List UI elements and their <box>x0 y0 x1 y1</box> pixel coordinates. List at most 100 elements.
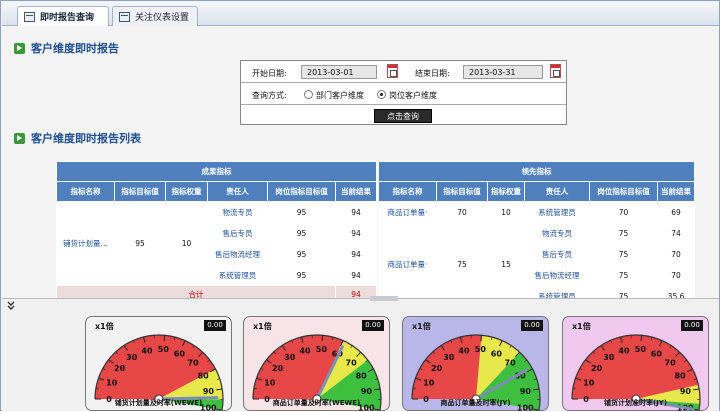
gauge-tick-label: 30 <box>126 353 138 362</box>
gauge-card[interactable]: 0102030405060708090100 x1倍 0.00 铺货计划准时率(… <box>562 316 709 411</box>
table-row: 商品订单量· 70 10 系统管理员 70 69 <box>379 202 695 223</box>
gauge-tick-label: 30 <box>284 353 296 362</box>
indicator-weight: 15 <box>488 223 525 307</box>
radio-label: 部门客户维度 <box>316 90 364 101</box>
gauge-tick-label: 10 <box>583 379 595 388</box>
gauge-tick-label: 10 <box>423 379 435 388</box>
gauge-title: 商品订单量及时率(JY) <box>403 398 548 408</box>
current-result: 94 <box>336 265 377 286</box>
indicator-name-link[interactable]: 铺货计划量… <box>57 202 115 286</box>
gauge-tick-label: 30 <box>603 353 615 362</box>
gauge-tick-label: 20 <box>591 364 603 373</box>
end-date-input[interactable]: 2013-03-31 <box>463 65 543 79</box>
tab-label: 关注仪表设置 <box>135 10 189 23</box>
gauge-tick-label: 90 <box>520 387 532 396</box>
person-link[interactable]: 系统管理员 <box>525 202 590 223</box>
current-result: 70 <box>658 265 695 286</box>
column-header: 指标目标值 <box>437 182 488 202</box>
group-header: 领先指标 <box>379 162 695 182</box>
gauge-title: 铺货计划准时率(JY) <box>563 398 708 408</box>
radio-dept-dimension[interactable] <box>304 90 313 99</box>
double-chevron-down-icon[interactable] <box>6 301 18 311</box>
person-link[interactable]: 物流专员 <box>525 223 590 244</box>
column-header: 责任人 <box>208 182 268 202</box>
gauge-readout: 0.00 <box>362 320 384 331</box>
column-header: 指标目标值 <box>115 182 166 202</box>
start-date-label: 开始日期: <box>252 68 287 79</box>
tab-instant-report[interactable]: 即时报告查询 <box>17 6 109 26</box>
current-result: 70 <box>658 244 695 265</box>
person-link[interactable]: 售后专员 <box>525 244 590 265</box>
person-link[interactable]: 售后专员 <box>208 223 268 244</box>
column-header: 责任人 <box>525 182 590 202</box>
column-header: 指标名称 <box>57 182 115 202</box>
gauge-readout: 0.00 <box>521 320 543 331</box>
person-link[interactable]: 系统管理员 <box>208 265 268 286</box>
tab-label: 即时报告查询 <box>40 10 94 23</box>
gauge-multiplier: x1倍 <box>572 321 591 332</box>
current-result: 94 <box>336 202 377 223</box>
gauge-readout: 0.00 <box>681 320 703 331</box>
end-date-label: 结束日期: <box>415 68 450 79</box>
calendar-icon[interactable] <box>550 64 561 78</box>
gauge-tick-label: 50 <box>635 345 647 354</box>
results-table-right: 领先指标 指标名称 指标目标值 指标权重 责任人 岗位指标目标值 当前结果 商品… <box>378 161 695 307</box>
column-header: 指标权重 <box>488 182 525 202</box>
arrow-right-icon <box>14 43 25 54</box>
start-date-input[interactable]: 2013-03-01 <box>301 65 377 79</box>
gauge-tick-label: 80 <box>198 372 210 381</box>
calendar-icon[interactable] <box>387 64 398 78</box>
column-header: 岗位指标目标值 <box>590 182 658 202</box>
gauge-tick-label: 10 <box>106 379 118 388</box>
post-target: 95 <box>268 202 336 223</box>
query-panel: 开始日期: 2013-03-01 结束日期: 2013-03-31 查询方式: … <box>240 60 567 125</box>
section-title-text: 客户维度即时报告列表 <box>31 130 141 146</box>
gauge-tick-label: 70 <box>346 358 358 367</box>
indicator-target: 95 <box>115 202 166 286</box>
post-target: 75 <box>590 244 658 265</box>
gauge-tick-label: 40 <box>458 346 470 355</box>
person-link[interactable]: 物流专员 <box>208 202 268 223</box>
gauge-tick-label: 60 <box>651 349 663 358</box>
radio-post-dimension[interactable] <box>377 90 386 99</box>
gauge-tick-label: 90 <box>361 387 373 396</box>
current-result: 94 <box>336 244 377 265</box>
column-header: 指标名称 <box>379 182 437 202</box>
gauge-card[interactable]: 0102030405060708090100 x1倍 0.00 铺货计划量及时率… <box>85 316 232 411</box>
arrow-right-icon <box>14 133 25 144</box>
gauge-tick-label: 90 <box>203 387 215 396</box>
person-link[interactable]: 售后物流经理 <box>208 244 268 265</box>
gauge-card[interactable]: 0102030405060708090100 x1倍 0.00 商品订单量及时率… <box>243 316 390 411</box>
gauge-multiplier: x1倍 <box>412 321 431 332</box>
indicator-target: 70 <box>437 202 488 223</box>
post-target: 75 <box>590 265 658 286</box>
gauge-tick <box>164 335 165 341</box>
post-target: 95 <box>268 223 336 244</box>
gauge-tick-label: 20 <box>431 364 443 373</box>
gauge-tick-label: 50 <box>316 345 328 354</box>
panel-splitter-handle[interactable] <box>370 296 398 301</box>
gauge-tick-label: 30 <box>443 353 455 362</box>
indicator-name-link[interactable]: 商品订单量· <box>379 223 437 307</box>
indicator-name-link[interactable]: 商品订单量· <box>379 202 437 223</box>
gauge-tick-label: 90 <box>680 387 692 396</box>
gauge-tick-label: 60 <box>491 349 503 358</box>
gauge-tick-label: 40 <box>618 346 630 355</box>
column-header: 指标权重 <box>166 182 208 202</box>
table-row: 商品订单量· 75 15 物流专员 75 74 <box>379 223 695 244</box>
radio-label: 岗位客户维度 <box>389 90 437 101</box>
post-target: 95 <box>268 244 336 265</box>
post-target: 95 <box>268 265 336 286</box>
gauge-title: 商品订单量及时率(WEWE) <box>244 398 389 408</box>
query-submit-button[interactable]: 点击查询 <box>374 109 432 123</box>
person-link[interactable]: 售后物流经理 <box>525 265 590 286</box>
gauge-tick-label: 50 <box>158 345 170 354</box>
post-target: 70 <box>590 202 658 223</box>
tab-gauge-settings[interactable]: 关注仪表设置 <box>112 6 198 26</box>
indicator-weight: 10 <box>166 202 208 286</box>
gauge-panel: 0102030405060708090100 x1倍 0.00 铺货计划量及时率… <box>2 298 719 411</box>
gauge-tick-label: 80 <box>356 372 368 381</box>
section-title-report: 客户维度即时报告 <box>14 40 119 56</box>
gauge-card[interactable]: 0102030405060708090100 x1倍 0.00 商品订单量及时率… <box>402 316 549 411</box>
gauge-tick-label: 70 <box>188 358 200 367</box>
